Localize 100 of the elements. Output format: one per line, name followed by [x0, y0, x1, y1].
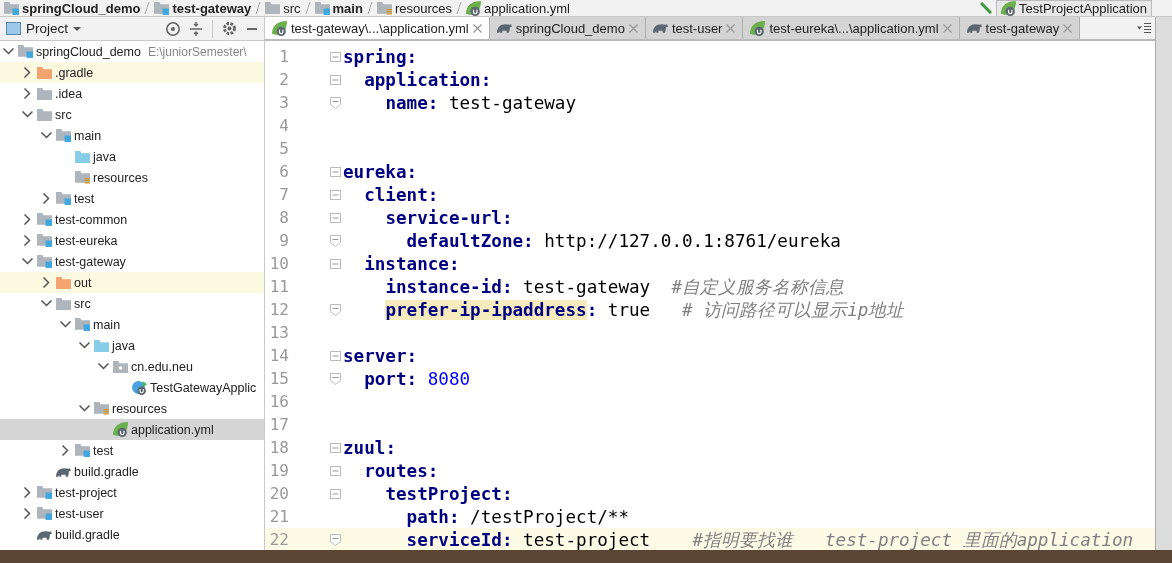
- resources-folder-icon: [94, 402, 109, 415]
- leaf-icon: [750, 20, 766, 36]
- breadcrumb-item[interactable]: test-gateway: [154, 0, 252, 16]
- tree-item[interactable]: resources: [0, 167, 264, 188]
- tree-item[interactable]: main: [0, 314, 264, 335]
- editor-tab[interactable]: test-eureka\...\application.yml: [743, 17, 960, 39]
- folder-icon: [94, 339, 109, 352]
- tree-item[interactable]: java: [0, 335, 264, 356]
- line-number: 8: [278, 208, 289, 227]
- tree-item[interactable]: out: [0, 272, 264, 293]
- leaf-icon: [1001, 0, 1017, 16]
- folder-icon: [37, 87, 52, 100]
- folder-icon: [56, 276, 71, 289]
- module-folder-icon: [37, 213, 52, 226]
- elephant-icon: [652, 23, 668, 33]
- folder-icon: [37, 108, 52, 121]
- code-line: name: test-gateway: [384, 92, 577, 113]
- window-icon: [6, 22, 21, 35]
- breadcrumb-item[interactable]: application.yml: [465, 0, 570, 16]
- module-folder-icon: [75, 444, 90, 457]
- tree-item[interactable]: test-user: [0, 503, 264, 524]
- breadcrumb-item[interactable]: resources: [376, 0, 452, 16]
- editor-tab[interactable]: test-gateway\...\application.yml: [265, 17, 490, 39]
- elephant-icon: [37, 529, 52, 540]
- tree-item[interactable]: application.yml: [0, 419, 264, 440]
- breadcrumb-item[interactable]: main: [314, 0, 363, 16]
- editor-tab[interactable]: test-gateway: [959, 17, 1081, 39]
- code-line: application:: [363, 69, 492, 90]
- resources-folder-icon: [75, 171, 90, 184]
- editor-tab[interactable]: test-user: [645, 17, 744, 39]
- tree-item[interactable]: main: [0, 125, 264, 146]
- tree-item[interactable]: test-common: [0, 209, 264, 230]
- code-line: eureka:: [343, 161, 418, 182]
- module-folder-icon: [4, 1, 19, 15]
- editor-tab[interactable]: springCloud_demo: [489, 17, 646, 39]
- leaf-icon: [113, 422, 128, 437]
- tree-item[interactable]: test-project: [0, 482, 264, 503]
- code-line: zuul:: [343, 437, 396, 458]
- code-line: defaultZone: http://127.0.0.1:8761/eureka: [405, 230, 841, 251]
- line-number: 19: [268, 461, 289, 480]
- tree-item[interactable]: test: [0, 440, 264, 461]
- line-number: 7: [278, 185, 289, 204]
- project-path: E:\juniorSemester\: [147, 44, 247, 59]
- tree-item[interactable]: build.gradle: [0, 524, 264, 545]
- tree-item[interactable]: resources: [0, 398, 264, 419]
- code-line: server:: [343, 345, 418, 366]
- tree-item[interactable]: java: [0, 146, 264, 167]
- line-number: 11: [268, 277, 289, 296]
- folder-icon: [265, 2, 281, 14]
- line-number: 2: [278, 70, 289, 89]
- tree-item[interactable]: test: [0, 188, 264, 209]
- code-line: client:: [363, 184, 439, 205]
- tree-item[interactable]: .idea: [0, 83, 264, 104]
- slash-icon: [255, 1, 262, 15]
- close-icon: [1063, 23, 1073, 33]
- tree-item[interactable]: test-eureka: [0, 230, 264, 251]
- line-number: 5: [278, 139, 289, 158]
- line-number: 18: [268, 438, 289, 457]
- line-number: 12: [268, 300, 289, 319]
- tree-item[interactable]: cn.edu.neu: [0, 356, 264, 377]
- code-line: port: 8080: [363, 368, 471, 389]
- line-number: 22: [268, 530, 289, 549]
- tree-item[interactable]: TestGatewayApplic: [0, 377, 264, 398]
- tree-item[interactable]: src: [0, 104, 264, 125]
- project-view-dropdown[interactable]: Project: [6, 21, 82, 36]
- code-line: serviceId: test-project #指明要找谁 test-project 里面的application: [405, 528, 1134, 550]
- line-number: 9: [278, 231, 289, 250]
- breadcrumb-item[interactable]: src: [265, 0, 301, 16]
- caret-icon: [73, 26, 82, 31]
- close-icon: [628, 23, 638, 33]
- module-folder-icon: [18, 45, 33, 58]
- module-folder-icon: [37, 255, 52, 268]
- settings-icon: [223, 22, 236, 35]
- code-line: instance-id: test-gateway #自定义服务名称信息: [384, 275, 844, 299]
- elephant-icon: [966, 23, 982, 33]
- module-folder-icon: [37, 507, 52, 520]
- tree-item[interactable]: src: [0, 293, 264, 314]
- slash-icon: [366, 1, 373, 15]
- line-number: 21: [268, 507, 289, 526]
- code-line: testProject:: [384, 483, 513, 504]
- collapse-icon: [190, 21, 202, 36]
- tree-item[interactable]: build.gradle: [0, 461, 264, 482]
- breadcrumb-item[interactable]: springCloud_demo: [4, 0, 141, 16]
- line-number: 20: [268, 484, 289, 503]
- crosshair-icon: [166, 21, 180, 36]
- folder-icon: [37, 66, 52, 79]
- code-line: prefer-ip-ipaddress: true # 访问路径可以显示ip地址: [384, 298, 905, 322]
- class-icon: [132, 380, 147, 395]
- line-number: 1: [278, 47, 289, 66]
- close-icon: [726, 23, 736, 33]
- tree-item[interactable]: .gradle: [0, 62, 264, 83]
- tree-item[interactable]: test-gateway: [0, 251, 264, 272]
- elephant-icon: [56, 466, 71, 477]
- tree-item[interactable]: springCloud_demo E:\juniorSemester\: [0, 41, 264, 62]
- line-number: 15: [268, 369, 289, 388]
- module-folder-icon: [56, 192, 71, 205]
- slash-icon: [304, 1, 311, 15]
- module-folder-icon: [37, 234, 52, 247]
- run-configuration-dropdown[interactable]: TestProjectApplication: [996, 0, 1152, 17]
- line-number: 3: [278, 93, 289, 112]
